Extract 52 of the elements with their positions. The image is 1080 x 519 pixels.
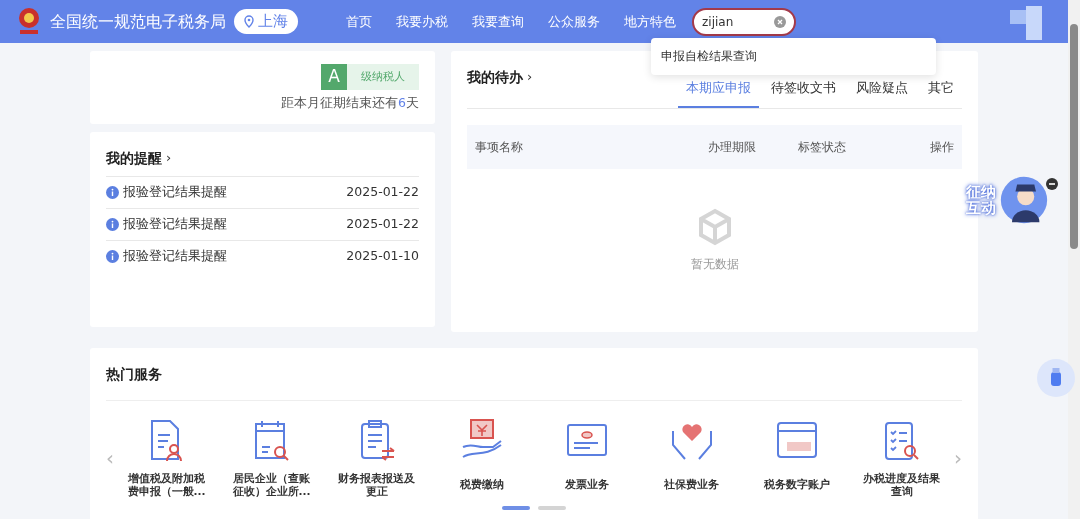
tab[interactable]: 本期应申报 [678, 75, 759, 108]
section-title[interactable]: 我的提醒 [106, 148, 162, 169]
column-header: 操作 [929, 138, 954, 156]
info-icon [106, 186, 119, 200]
info-icon [106, 218, 119, 232]
reminder-link[interactable]: 报验登记结果提醒 [123, 215, 227, 235]
reminder-link[interactable]: 报验登记结果提醒 [123, 183, 227, 203]
scrollbar[interactable] [1068, 0, 1080, 519]
usb-drive-icon[interactable] [1036, 358, 1076, 398]
column-header: 事项名称 [475, 138, 524, 156]
assistant-avatar[interactable] [1000, 176, 1048, 224]
section-title[interactable]: 我的待办 [467, 67, 523, 88]
empty-message: 暂无数据 [690, 255, 739, 273]
clear-icon[interactable] [774, 15, 786, 28]
chevron-icon[interactable]: › [527, 67, 533, 87]
grade-badge: A [321, 64, 347, 90]
service-link[interactable]: 发票业务 [545, 471, 628, 499]
column-header: 办理期限 [708, 138, 757, 156]
nav-link[interactable]: 地方特色 [624, 11, 676, 32]
minimize-icon[interactable] [1046, 178, 1058, 190]
deadline-text: 距本月征期结束还有6天 [281, 94, 419, 112]
page-indicator[interactable] [502, 506, 530, 511]
suggestion-item[interactable]: 申报自检结果查询 [651, 38, 936, 76]
location-selector[interactable]: 上海 [234, 9, 298, 34]
service-link[interactable]: 办税进度及结果查询 [860, 471, 943, 499]
service-link[interactable]: 税费缴纳 [440, 471, 523, 499]
nav-link[interactable]: 我要查询 [472, 11, 524, 32]
location-pin-icon [244, 15, 254, 28]
service-link[interactable]: 社保费业务 [650, 471, 733, 499]
service-link[interactable]: 居民企业（查账征收）企业所... [230, 471, 313, 499]
reminder-date: 2025-01-10 [346, 247, 419, 266]
column-header: 标签状态 [798, 138, 847, 156]
tab[interactable]: 其它 [920, 75, 962, 108]
section-title: 热门服务 [106, 365, 163, 384]
nav-link[interactable]: 首页 [346, 11, 372, 32]
info-icon [106, 250, 119, 264]
reminder-link[interactable]: 报验登记结果提醒 [123, 247, 227, 267]
site-title: 全国统一规范电子税务局 [50, 10, 226, 33]
search-field[interactable]: zijian [692, 7, 796, 36]
service-link[interactable]: 增值税及附加税费申报（一般... [125, 471, 208, 499]
nav-link[interactable]: 公众服务 [548, 11, 600, 32]
reminder-date: 2025-01-22 [346, 215, 419, 234]
service-link[interactable]: 财务报表报送及更正 [335, 471, 418, 499]
tab[interactable]: 待签收文书 [763, 75, 844, 108]
nav-link[interactable]: 我要办税 [396, 11, 448, 32]
service-link[interactable]: 税务数字账户 [755, 471, 838, 499]
avatar-icon[interactable] [1010, 3, 1044, 40]
reminder-date: 2025-01-22 [346, 183, 419, 202]
grade-label: 级纳税人 [347, 64, 419, 90]
tab[interactable]: 风险疑点 [848, 75, 916, 108]
chevron-icon[interactable]: › [166, 148, 172, 168]
assistant-label: 征纳互动 [966, 183, 996, 217]
